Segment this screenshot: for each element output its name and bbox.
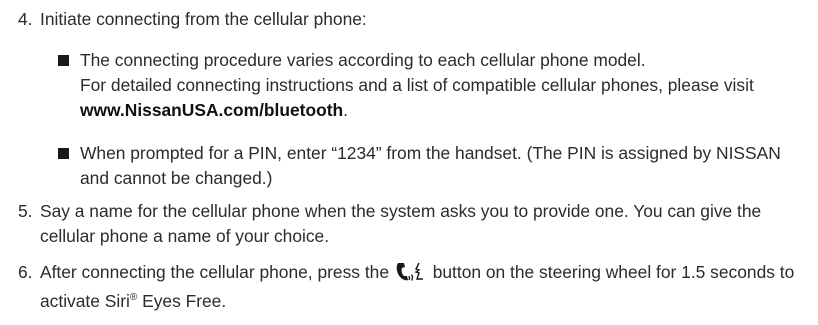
square-bullet-icon	[58, 148, 69, 159]
bullet-text: The connecting procedure varies accordin…	[80, 48, 808, 123]
step-text: Initiate connecting from the cellular ph…	[40, 9, 367, 29]
instructions-page: 4. Initiate connecting from the cellular…	[0, 0, 818, 325]
bullet-text: When prompted for a PIN, enter “1234” fr…	[80, 143, 781, 188]
step-number: 4.	[18, 9, 33, 29]
bullet-period: .	[343, 100, 348, 120]
bullet-item-connecting-procedure: The connecting procedure varies accordin…	[58, 48, 808, 123]
step-4: 4. Initiate connecting from the cellular…	[18, 7, 808, 32]
phone-voice-icon	[395, 260, 427, 289]
square-bullet-icon	[58, 55, 69, 66]
step-text: Say a name for the cellular phone when t…	[40, 201, 762, 246]
step-text: After connecting the cellular phone, pre…	[40, 260, 808, 314]
step-6: 6. After connecting the cellular phone, …	[18, 260, 808, 314]
step-text-before-icon: After connecting the cellular phone, pre…	[40, 262, 389, 282]
bullet-item-pin: When prompted for a PIN, enter “1234” fr…	[58, 141, 808, 191]
step-text-tail: Eyes Free.	[137, 291, 227, 311]
bullet-line: The connecting procedure varies accordin…	[80, 50, 646, 70]
step-number: 5.	[18, 201, 33, 221]
bullet-line: For detailed connecting instructions and…	[80, 75, 754, 95]
step-5: 5. Say a name for the cellular phone whe…	[18, 199, 808, 249]
nissan-bluetooth-link[interactable]: www.NissanUSA.com/bluetooth	[80, 100, 343, 120]
step-number: 6.	[18, 262, 33, 282]
